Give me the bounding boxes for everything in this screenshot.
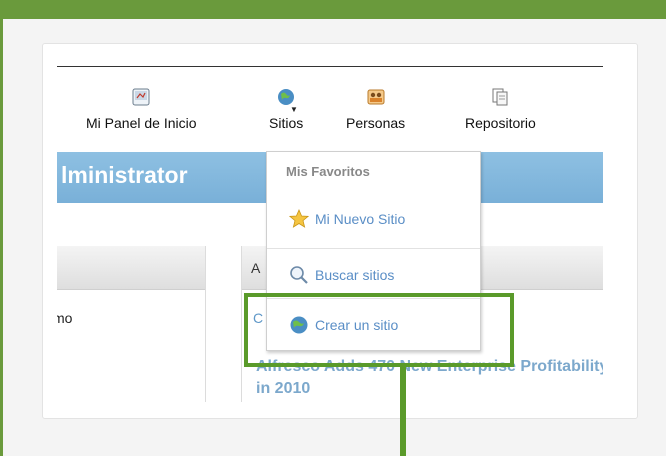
menu-divider	[267, 248, 480, 249]
page-title: lministrator	[61, 162, 188, 188]
nav-my-dashboard-label: Mi Panel de Inicio	[86, 115, 197, 131]
globe-icon	[277, 88, 295, 106]
menu-item-search-sites-label: Buscar sitios	[315, 267, 395, 283]
header-rule	[57, 66, 603, 67]
nav-my-dashboard[interactable]: Mi Panel de Inicio	[86, 88, 197, 131]
left-dashlet-text: mo	[57, 310, 73, 326]
nav-sites-label: Sitios	[269, 115, 304, 131]
nav-people-label: Personas	[346, 115, 406, 131]
search-icon	[289, 265, 309, 285]
left-border-bar	[0, 19, 3, 456]
nav-repository-label: Repositorio	[465, 115, 536, 131]
menu-item-search-sites[interactable]: Buscar sitios	[289, 264, 394, 286]
people-icon	[367, 88, 385, 106]
callout-pointer-line	[400, 367, 406, 456]
top-border-bar	[0, 0, 666, 19]
nav-people[interactable]: Personas	[346, 88, 405, 131]
nav-sites[interactable]: ▼ Sitios	[269, 88, 303, 131]
star-icon	[289, 209, 309, 229]
left-dashlet: mo	[57, 246, 206, 402]
create-site-highlight-box	[244, 293, 514, 367]
right-dashlet-title: A	[251, 260, 261, 276]
chevron-down-icon: ▼	[290, 105, 298, 114]
repository-icon	[491, 88, 509, 106]
menu-item-favorite-site-label: Mi Nuevo Sitio	[315, 211, 406, 227]
dashboard-icon	[132, 88, 150, 106]
nav-repository[interactable]: Repositorio	[465, 88, 536, 131]
favorites-header: Mis Favoritos	[286, 164, 370, 179]
left-dashlet-header	[57, 246, 205, 290]
menu-item-favorite-site[interactable]: Mi Nuevo Sitio	[289, 208, 405, 230]
